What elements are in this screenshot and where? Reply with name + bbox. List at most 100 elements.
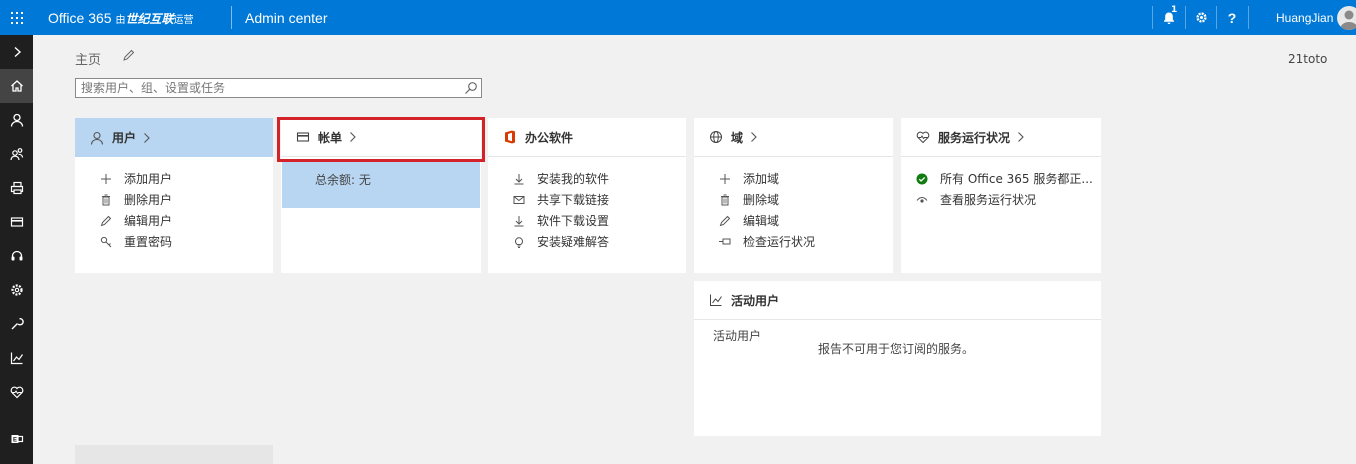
search-button[interactable] [464,81,478,98]
download-icon [512,172,526,186]
nav-admin-centers[interactable]: E [0,422,33,456]
top-bar: Office 365 由世纪互联运营 Admin center 1 ? Huan… [0,0,1356,35]
search-box [75,78,482,98]
view-service-health-link[interactable]: 查看服务运行状况 [915,189,1093,210]
nav-expand[interactable] [0,35,33,69]
download-settings-link[interactable]: 软件下载设置 [512,210,609,231]
chevron-right-icon [751,132,757,142]
link-label: 检查运行状况 [743,235,816,249]
notifications-button[interactable] [1154,0,1184,35]
toolbar-divider [1248,6,1249,29]
user-icon [10,113,23,127]
billing-balance-tile[interactable] [282,162,480,208]
user-icon [89,130,105,146]
printer-icon [10,181,23,195]
toolbar-divider [1152,6,1153,29]
users-card-header[interactable]: 用户 [75,118,273,157]
nav-health[interactable] [0,375,33,409]
edit-home-button[interactable] [122,49,135,65]
nav-setup[interactable] [0,307,33,341]
users-links: 添加用户 删除用户 编辑用户 重置密码 [99,168,172,252]
brand-name: Office 365 [48,10,112,26]
nav-reports[interactable] [0,341,33,375]
svg-text:?: ? [1228,11,1237,25]
delete-domain-link[interactable]: 删除域 [718,189,815,210]
install-software-link[interactable]: 安装我的软件 [512,168,609,189]
app-launcher-button[interactable] [0,0,33,35]
gear-icon [1195,12,1207,23]
brand-logo[interactable]: Office 365 由世纪互联运营 [48,10,193,27]
app-title[interactable]: Admin center [245,10,327,26]
install-troubleshoot-link[interactable]: 安装疑难解答 [512,231,609,252]
office-card-header[interactable]: 办公软件 [488,118,686,157]
link-label: 软件下载设置 [537,214,610,228]
download-icon [512,214,526,228]
link-label: 删除域 [743,193,780,207]
nav-users[interactable] [0,103,33,137]
check-circle-icon [915,172,929,186]
reset-password-link[interactable]: 重置密码 [99,231,172,252]
chevron-right-icon [14,46,21,58]
link-label: 编辑域 [743,214,780,228]
nav-settings[interactable] [0,273,33,307]
lightbulb-icon [512,235,526,249]
domains-card: 域 添加域 删除域 编辑域 检查运行状况 [694,118,893,273]
user-name[interactable]: HuangJian [1276,11,1333,25]
domains-card-header[interactable]: 域 [694,118,893,157]
office-logo-icon [502,129,518,145]
link-label: 删除用户 [124,193,173,207]
link-label: 重置密码 [124,235,173,249]
link-label: 安装疑难解答 [537,235,610,249]
left-navigation: E [0,35,33,464]
wrench-icon [11,318,24,330]
link-label: 共享下载链接 [537,193,610,207]
plus-icon [718,172,732,186]
heart-pulse-icon [915,129,931,145]
title-divider [231,6,232,29]
home-icon [10,80,23,92]
report-unavailable-message: 报告不可用于您订阅的服务。 [818,342,975,356]
user-silhouette-icon [1340,10,1356,30]
edit-domain-link[interactable]: 编辑域 [718,210,815,231]
settings-button[interactable] [1186,0,1216,35]
active-users-card-header[interactable]: 活动用户 [694,281,1101,320]
plus-icon [99,172,113,186]
link-label: 安装我的软件 [537,172,610,186]
total-balance: 总余额: 无 [315,173,371,187]
all-services-status: 所有 Office 365 服务都正... [915,168,1093,189]
nav-home[interactable] [0,69,33,103]
delete-user-link[interactable]: 删除用户 [99,189,172,210]
question-mark-icon: ? [1228,11,1237,25]
nav-groups[interactable] [0,137,33,171]
connector-icon [718,235,732,249]
link-label: 所有 Office 365 服务都正... [940,172,1093,186]
add-user-link[interactable]: 添加用户 [99,168,172,189]
service-health-card: 服务运行状况 所有 Office 365 服务都正... 查看服务运行状况 [901,118,1101,273]
brand-partner: 世纪互联 [125,12,174,26]
exchange-icon: E [11,435,23,444]
nav-resources[interactable] [0,171,33,205]
active-users-card-title: 活动用户 [731,293,780,308]
heart-pulse-icon [10,386,23,399]
avatar[interactable] [1337,6,1356,30]
credit-card-icon [10,217,23,227]
edit-user-link[interactable]: 编辑用户 [99,210,172,231]
chevron-right-icon [1018,132,1024,142]
nav-billing[interactable] [0,205,33,239]
headset-icon [11,250,22,261]
trash-icon [718,193,732,207]
search-input[interactable] [76,79,456,97]
partial-card [75,445,273,464]
users-card: 用户 添加用户 删除用户 编辑用户 重置密码 [75,118,273,273]
check-health-link[interactable]: 检查运行状况 [718,231,815,252]
health-card-header[interactable]: 服务运行状况 [901,118,1101,157]
share-download-link[interactable]: 共享下载链接 [512,189,609,210]
chevron-right-icon [144,132,150,143]
gear-icon [10,284,23,296]
nav-support[interactable] [0,239,33,273]
help-button[interactable]: ? [1217,0,1247,35]
globe-icon [708,129,724,145]
add-domain-link[interactable]: 添加域 [718,168,815,189]
domains-links: 添加域 删除域 编辑域 检查运行状况 [718,168,815,252]
notification-count: 1 [1171,5,1178,15]
